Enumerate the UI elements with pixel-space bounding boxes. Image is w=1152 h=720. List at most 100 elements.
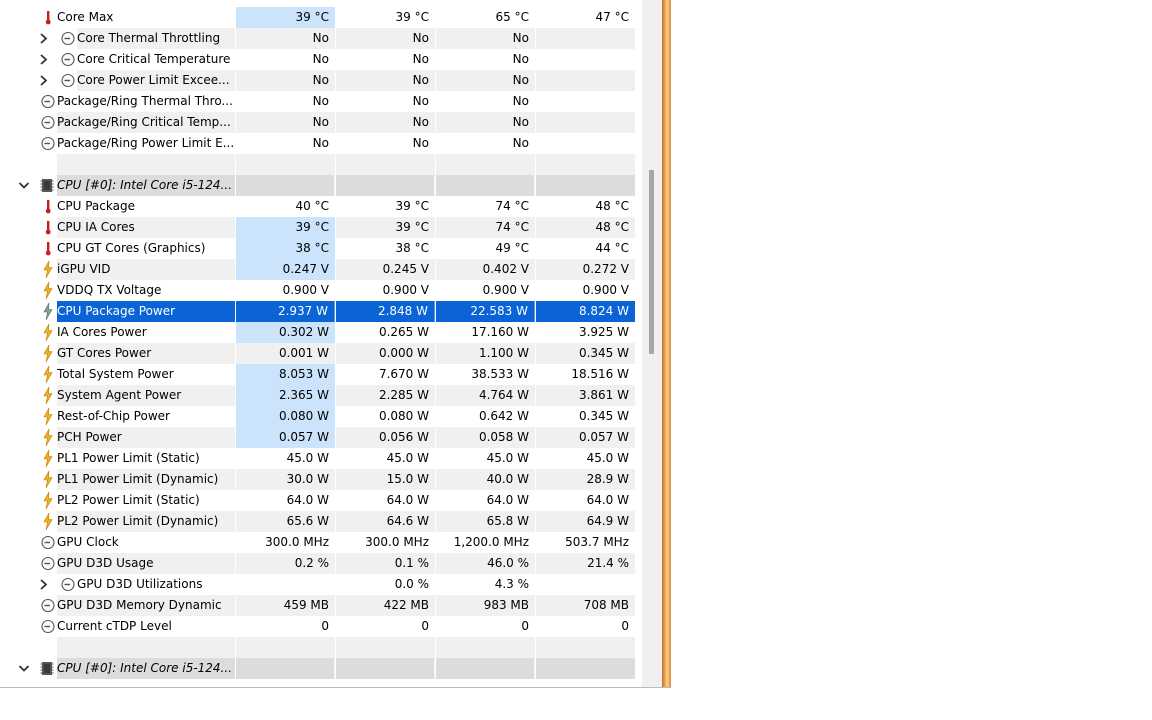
- sensor-row[interactable]: PL2 Power Limit (Dynamic) 65.6 W 64.6 W …: [0, 511, 636, 532]
- sensor-row[interactable]: PL1 Power Limit (Dynamic) 30.0 W 15.0 W …: [0, 469, 636, 490]
- sensor-min-value: 64.6 W: [336, 511, 435, 532]
- sensor-max-value: No: [436, 112, 535, 133]
- clock-gauge-icon: [40, 595, 56, 616]
- sensor-current-value: 38 °C: [236, 238, 335, 259]
- chevron-right-icon[interactable]: [36, 49, 52, 70]
- lightning-bolt-icon: [40, 343, 56, 364]
- sensor-row[interactable]: GPU D3D Usage 0.2 % 0.1 % 46.0 % 21.4 %: [0, 553, 636, 574]
- sensor-avg-value: 18.516 W: [571, 367, 629, 381]
- sensor-avg-value: 47 °C: [595, 10, 629, 24]
- sensor-name: Rest-of-Chip Power: [57, 409, 170, 423]
- sensor-avg-value: 0.345 W: [536, 343, 635, 364]
- sensor-max-value: 74 °C: [436, 217, 535, 238]
- sensor-min-value: No: [412, 52, 429, 66]
- sensor-name: CPU IA Cores: [57, 217, 235, 238]
- sensor-name: Package/Ring Critical Temp...: [57, 112, 235, 133]
- sensor-name: Total System Power: [57, 367, 174, 381]
- sensor-name: Package/Ring Power Limit E...: [57, 136, 235, 150]
- sensor-avg-value: [536, 49, 635, 70]
- sensor-row[interactable]: Rest-of-Chip Power 0.080 W 0.080 W 0.642…: [0, 406, 636, 427]
- sensor-min-value: No: [412, 136, 429, 150]
- sensor-max-value: 17.160 W: [471, 325, 529, 339]
- sensor-max-value: No: [512, 94, 529, 108]
- sensor-row[interactable]: Current cTDP Level 0 0 0 0: [0, 616, 636, 637]
- sensor-row[interactable]: PCH Power 0.057 W 0.056 W 0.058 W 0.057 …: [0, 427, 636, 448]
- sensor-name: CPU Package Power: [57, 301, 235, 322]
- sensor-max-value: 0.900 V: [482, 283, 529, 297]
- sensor-current-value: 0.247 V: [236, 259, 335, 280]
- sensor-row[interactable]: Core Thermal Throttling No No No: [0, 28, 636, 49]
- chevron-right-icon[interactable]: [36, 574, 52, 595]
- sensor-row[interactable]: CPU IA Cores 39 °C 39 °C 74 °C 48 °C: [0, 217, 636, 238]
- sensor-min-value: 2.285 W: [336, 385, 435, 406]
- sensor-current-value: 300.0 MHz: [265, 535, 329, 549]
- sensor-row[interactable]: System Agent Power 2.365 W 2.285 W 4.764…: [0, 385, 636, 406]
- sensor-max-value: 65 °C: [495, 10, 529, 24]
- sensor-current-value: No: [236, 112, 335, 133]
- sensor-avg-value: 3.861 W: [536, 385, 635, 406]
- sensor-row[interactable]: GPU D3D Utilizations 0.0 % 4.3 %: [0, 574, 636, 595]
- sensor-current-value: 2.937 W: [236, 301, 335, 322]
- sensor-avg-value: 44 °C: [595, 241, 629, 255]
- sensor-avg-value: 0.345 W: [578, 409, 629, 423]
- sensor-avg-value: [536, 91, 635, 112]
- scrollbar-thumb[interactable]: [649, 170, 654, 354]
- sensor-avg-value: 708 MB: [536, 595, 635, 616]
- sensor-min-value: 422 MB: [336, 595, 435, 616]
- sensor-group-header[interactable]: CPU [#0]: Intel Core i5-124...: [0, 175, 636, 196]
- sensor-row[interactable]: GPU Clock 300.0 MHz 300.0 MHz 1,200.0 MH…: [0, 532, 636, 553]
- sensor-row[interactable]: PL1 Power Limit (Static) 45.0 W 45.0 W 4…: [0, 448, 636, 469]
- sensor-row[interactable]: IA Cores Power 0.302 W 0.265 W 17.160 W …: [0, 322, 636, 343]
- sensor-name: CPU Package: [57, 199, 135, 213]
- sensor-current-value: 39 °C: [236, 217, 335, 238]
- lightning-bolt-icon: [40, 280, 56, 301]
- sensor-min-value: No: [336, 112, 435, 133]
- sensor-row[interactable]: Package/Ring Thermal Thro... No No No: [0, 91, 636, 112]
- sensor-row[interactable]: Package/Ring Power Limit E... No No No: [0, 133, 636, 154]
- lightning-bolt-icon: [40, 448, 56, 469]
- sensor-row[interactable]: GT Cores Power 0.001 W 0.000 W 1.100 W 0…: [0, 343, 636, 364]
- sensor-avg-value: 28.9 W: [536, 469, 635, 490]
- sensor-avg-value: 48 °C: [595, 199, 629, 213]
- sensor-avg-value: 0.272 V: [536, 259, 635, 280]
- sensor-row[interactable]: Core Critical Temperature No No No: [0, 49, 636, 70]
- sensor-row[interactable]: CPU GT Cores (Graphics) 38 °C 38 °C 49 °…: [0, 238, 636, 259]
- sensor-min-value: 0.265 W: [378, 325, 429, 339]
- spacer-row: [0, 637, 636, 658]
- sensor-max-value: No: [512, 136, 529, 150]
- sensor-row[interactable]: Core Max 39 °C 39 °C 65 °C 47 °C: [0, 7, 636, 28]
- sensor-name: System Agent Power: [57, 385, 235, 406]
- chevron-down-icon[interactable]: [16, 175, 32, 196]
- chevron-down-icon[interactable]: [16, 658, 32, 679]
- sensor-group-title: CPU [#0]: Intel Core i5-124...: [57, 175, 235, 196]
- sensor-row[interactable]: Core Power Limit Excee... No No No: [0, 70, 636, 91]
- sensor-min-value: 45.0 W: [386, 451, 429, 465]
- chevron-right-icon[interactable]: [36, 28, 52, 49]
- sensor-name: PL1 Power Limit (Dynamic): [57, 469, 235, 490]
- sensor-max-value: No: [436, 28, 535, 49]
- sensor-max-value: 49 °C: [495, 241, 529, 255]
- sensor-max-value: 4.3 %: [494, 577, 529, 591]
- vertical-scrollbar[interactable]: [642, 0, 662, 687]
- sensor-max-value: 22.583 W: [436, 301, 535, 322]
- sensor-min-value: 2.848 W: [336, 301, 435, 322]
- sensor-avg-value: 0.057 W: [536, 427, 635, 448]
- sensor-avg-value: [536, 112, 635, 133]
- thermometer-icon: [40, 217, 56, 238]
- sensor-row[interactable]: CPU Package 40 °C 39 °C 74 °C 48 °C: [0, 196, 636, 217]
- chevron-right-icon[interactable]: [36, 70, 52, 91]
- sensor-group-header[interactable]: CPU [#0]: Intel Core i5-124...: [0, 658, 636, 679]
- sensor-row[interactable]: GPU D3D Memory Dynamic 459 MB 422 MB 983…: [0, 595, 636, 616]
- sensor-row[interactable]: Package/Ring Critical Temp... No No No: [0, 112, 636, 133]
- sensor-row[interactable]: iGPU VID 0.247 V 0.245 V 0.402 V 0.272 V: [0, 259, 636, 280]
- sensor-row-selected[interactable]: CPU Package Power 2.937 W 2.848 W 22.583…: [0, 301, 636, 322]
- sensor-name: PL2 Power Limit (Dynamic): [57, 511, 235, 532]
- sensor-min-value: 15.0 W: [336, 469, 435, 490]
- clock-gauge-icon: [40, 91, 56, 112]
- sensor-name: PCH Power: [57, 427, 235, 448]
- sensor-row[interactable]: Total System Power 8.053 W 7.670 W 38.53…: [0, 364, 636, 385]
- sensor-row[interactable]: VDDQ TX Voltage 0.900 V 0.900 V 0.900 V …: [0, 280, 636, 301]
- sensor-max-value: 64.0 W: [486, 493, 529, 507]
- sensor-row[interactable]: PL2 Power Limit (Static) 64.0 W 64.0 W 6…: [0, 490, 636, 511]
- sensor-avg-value: 503.7 MHz: [565, 535, 629, 549]
